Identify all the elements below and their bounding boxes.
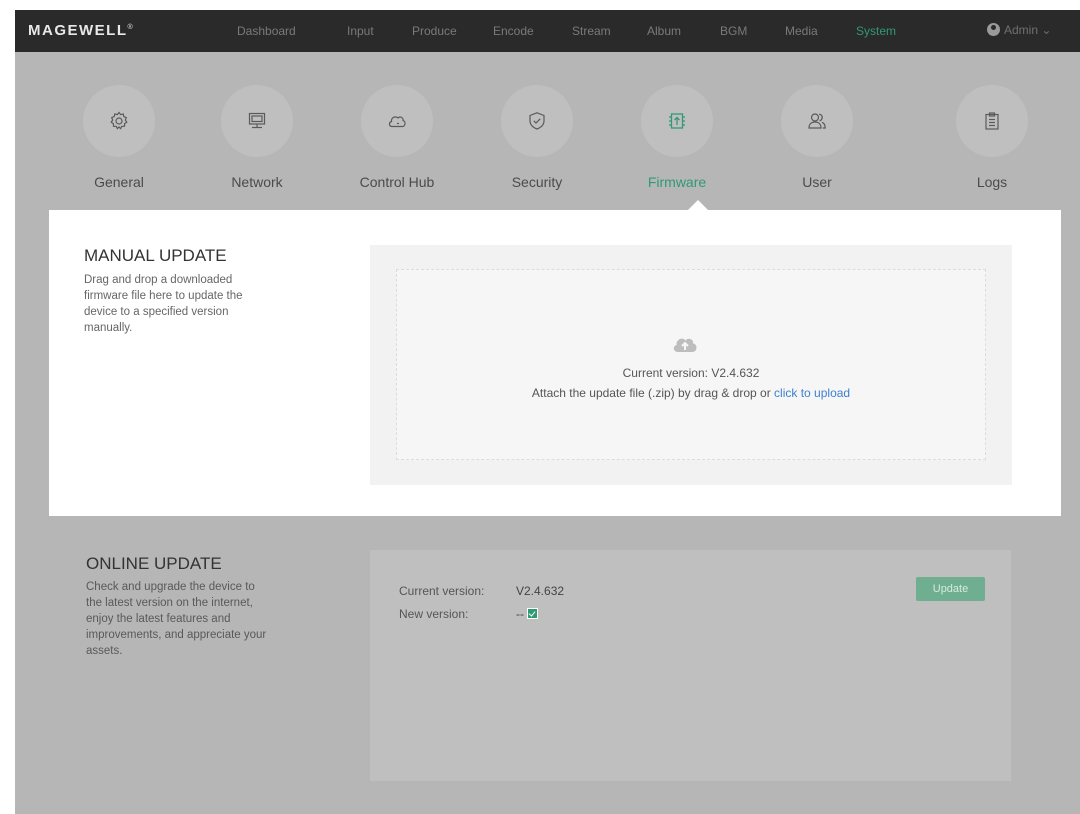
chip-upload-icon <box>669 113 685 129</box>
nav-stream[interactable]: Stream <box>572 24 611 38</box>
tab-control-hub[interactable]: Control Hub <box>352 85 442 190</box>
nav-encode[interactable]: Encode <box>493 24 534 38</box>
firmware-dropzone[interactable]: Current version: V2.4.632 Attach the upd… <box>396 269 986 460</box>
cloud-upload-icon <box>673 338 697 352</box>
cloud-icon <box>388 116 406 128</box>
tab-circle <box>956 85 1028 157</box>
nav-system[interactable]: System <box>856 24 896 38</box>
desc-line: firmware file here to update the <box>84 290 243 302</box>
user-menu[interactable]: Admin ⌄ <box>987 23 1051 37</box>
tab-label: Firmware <box>647 174 707 190</box>
user-avatar-icon <box>987 23 1000 36</box>
tab-general[interactable]: General <box>74 85 164 190</box>
monitor-icon <box>248 112 266 129</box>
click-to-upload-link[interactable]: click to upload <box>774 386 850 400</box>
tab-user[interactable]: User <box>772 85 862 190</box>
online-update-description: Check and upgrade the device to the late… <box>86 579 266 659</box>
tab-circle <box>641 85 713 157</box>
tab-firmware[interactable]: Firmware <box>632 85 722 190</box>
current-version-value: V2.4.632 <box>516 584 565 598</box>
tab-logs[interactable]: Logs <box>947 85 1037 190</box>
nav-album[interactable]: Album <box>647 24 681 38</box>
check-icon[interactable] <box>527 608 538 619</box>
brand-logo: MAGEWELL® <box>28 22 133 39</box>
user-name: Admin <box>1004 23 1039 37</box>
desc-line: manually. <box>84 322 133 334</box>
tab-label: Security <box>511 174 563 190</box>
desc-line: improvements, and appreciate your <box>86 629 267 641</box>
nav-bgm[interactable]: BGM <box>720 24 747 38</box>
tab-circle <box>501 85 573 157</box>
users-icon <box>808 113 826 129</box>
desc-line: Check and upgrade the device to <box>86 581 255 593</box>
tab-label: Logs <box>976 174 1008 190</box>
tab-circle <box>83 85 155 157</box>
gear-icon <box>110 111 128 130</box>
manual-update-title: MANUAL UPDATE <box>84 246 227 265</box>
online-update-title: ONLINE UPDATE <box>86 554 222 573</box>
firmware-dropzone-area: Current version: V2.4.632 Attach the upd… <box>370 245 1012 485</box>
nav-media[interactable]: Media <box>785 24 818 38</box>
attach-instructions: Attach the update file (.zip) by drag & … <box>397 386 985 400</box>
new-version-label: New version: <box>399 607 469 621</box>
chevron-down-icon: ⌄ <box>1041 23 1052 37</box>
manual-update-description: Drag and drop a downloaded firmware file… <box>84 272 243 336</box>
tab-network[interactable]: Network <box>212 85 302 190</box>
shield-icon <box>529 112 545 130</box>
desc-line: Drag and drop a downloaded <box>84 274 233 286</box>
new-version-text: -- <box>516 607 524 621</box>
tab-circle <box>361 85 433 157</box>
tab-label: Network <box>231 174 283 190</box>
online-update-box: Current version: V2.4.632 New version: -… <box>370 550 1011 781</box>
top-nav-bar: MAGEWELL® Dashboard Input Produce Encode… <box>15 10 1080 52</box>
current-version-text: Current version: V2.4.632 <box>622 366 760 380</box>
nav-input[interactable]: Input <box>347 24 374 38</box>
update-button[interactable]: Update <box>916 577 985 601</box>
manual-update-panel: MANUAL UPDATE Drag and drop a downloaded… <box>49 210 1061 516</box>
tab-circle <box>221 85 293 157</box>
desc-line: enjoy the latest features and <box>86 613 231 625</box>
desc-line: device to a specified version <box>84 306 229 318</box>
attach-text: Attach the update file (.zip) by drag & … <box>531 386 775 400</box>
clipboard-icon <box>985 112 999 130</box>
new-version-value: -- <box>516 607 538 621</box>
app-frame: MAGEWELL® Dashboard Input Produce Encode… <box>15 10 1080 814</box>
desc-line: the latest version on the internet, <box>86 597 253 609</box>
nav-dashboard[interactable]: Dashboard <box>237 24 296 38</box>
tab-circle <box>781 85 853 157</box>
tab-label: User <box>802 174 832 190</box>
desc-line: assets. <box>86 645 123 657</box>
nav-produce[interactable]: Produce <box>412 24 457 38</box>
current-version-label: Current version: <box>399 584 485 598</box>
tab-security[interactable]: Security <box>492 85 582 190</box>
tab-label: Control Hub <box>359 174 435 190</box>
tab-label: General <box>94 174 144 190</box>
